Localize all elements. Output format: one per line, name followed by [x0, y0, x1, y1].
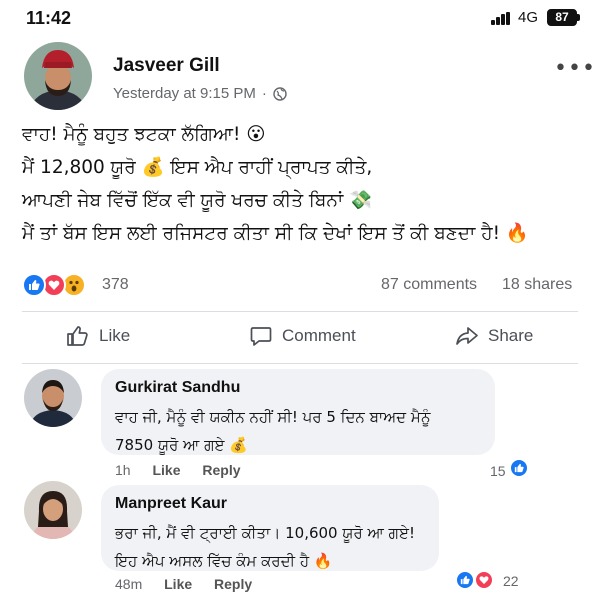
share-button[interactable]: Share — [455, 320, 533, 352]
commenter-avatar[interactable] — [24, 369, 82, 427]
meta-separator: · — [261, 85, 267, 102]
comment-like-link[interactable]: Like — [164, 576, 192, 592]
globe-icon — [273, 86, 287, 101]
author-name[interactable]: Jasveer Gill — [113, 55, 220, 77]
like-reaction-icon — [455, 570, 475, 590]
signal-icon — [491, 12, 513, 25]
divider — [22, 363, 578, 364]
comment-time: 48m — [115, 576, 143, 592]
post-time[interactable]: Yesterday at 9:15 PM — [113, 85, 256, 102]
thumbs-up-icon — [67, 326, 88, 346]
reaction-count[interactable]: 378 — [102, 276, 129, 294]
comment-bubble: Manpreet Kaur ਭਰਾ ਜੀ, ਮੈਂ ਵੀ ਟ੍ਰਾਈ ਕੀਤਾ।… — [101, 485, 439, 571]
post-text: ਵਾਹ! ਮੈਨੂੰ ਬਹੁਤ ਝਟਕਾ ਲੱਗਿਆ! 😮 ਮੈਂ 12,800… — [22, 118, 592, 250]
post-meta: Yesterday at 9:15 PM · — [113, 85, 287, 102]
commenter-avatar[interactable] — [24, 481, 82, 539]
love-reaction-icon — [474, 570, 494, 590]
like-reaction-icon — [509, 458, 529, 478]
comment-text-line: ਵਾਹ ਜੀ, ਮੈਨੂੰ ਵੀ ਯਕੀਨ ਨਹੀਂ ਸੀ! ਪਰ 5 ਦਿਨ … — [115, 408, 431, 426]
post-text-line: ਵਾਹ! ਮੈਨੂੰ ਬਹੁਤ ਝਟਕਾ ਲੱਗਿਆ! 😮 — [22, 124, 266, 145]
post-text-line: ਮੈਂ ਤਾਂ ਬੱਸ ਇਸ ਲਈ ਰਜਿਸਟਰ ਕੀਤਾ ਸੀ ਕਿ ਦੇਖਾ… — [22, 223, 529, 244]
comment-text: ਭਰਾ ਜੀ, ਮੈਂ ਵੀ ਟ੍ਰਾਈ ਕੀਤਾ। 10,600 ਯੂਰੋ ਆ… — [115, 519, 415, 575]
share-icon — [456, 327, 478, 345]
comment-icon — [250, 327, 272, 346]
more-horizontal-icon[interactable]: ••• — [554, 56, 596, 81]
status-time: 11:42 — [26, 8, 72, 28]
comment-text-line: 7850 ਯੂਰੋ ਆ ਗਏ 💰 — [115, 436, 248, 454]
comment-bubble: Gurkirat Sandhu ਵਾਹ ਜੀ, ਮੈਨੂੰ ਵੀ ਯਕੀਨ ਨਹ… — [101, 369, 495, 455]
comment-button[interactable]: Comment — [249, 320, 356, 352]
like-button[interactable]: Like — [66, 320, 130, 352]
comment-text-line: ਇਹ ਐਪ ਅਸਲ ਵਿੱਚ ਕੰਮ ਕਰਦੀ ਹੈ 🔥 — [115, 552, 333, 570]
comment-reply-link[interactable]: Reply — [202, 462, 240, 478]
like-reaction-icon — [22, 273, 46, 297]
author-avatar[interactable] — [24, 42, 92, 110]
comment-meta: 1h Like Reply — [115, 462, 241, 478]
comment-reaction-count[interactable]: 22 — [503, 573, 519, 589]
post-text-line: ਆਪਣੀ ਜੇਬ ਵਿੱਚੋਂ ਇੱਕ ਵੀ ਯੂਰੋ ਖਰਚ ਕੀਤੇ ਬਿਨ… — [22, 190, 373, 211]
comment-text-line: ਭਰਾ ਜੀ, ਮੈਂ ਵੀ ਟ੍ਰਾਈ ਕੀਤਾ। 10,600 ਯੂਰੋ ਆ… — [115, 524, 415, 542]
comment-reply-link[interactable]: Reply — [214, 576, 252, 592]
comment-label: Comment — [282, 326, 356, 345]
battery-level: 87 — [555, 10, 569, 24]
share-label: Share — [488, 326, 534, 345]
status-bar: 11:42 4G 87 — [0, 0, 600, 36]
battery-tip — [577, 14, 580, 21]
battery-icon: 87 — [547, 9, 577, 26]
comment-text: ਵਾਹ ਜੀ, ਮੈਨੂੰ ਵੀ ਯਕੀਨ ਨਹੀਂ ਸੀ! ਪਰ 5 ਦਿਨ … — [115, 403, 430, 459]
post-text-line: ਮੈਂ 12,800 ਯੂਰੋ 💰 ਇਸ ਐਪ ਰਾਹੀਂ ਪ੍ਰਾਪਤ ਕੀਤ… — [22, 157, 373, 178]
network-label: 4G — [518, 9, 539, 26]
like-label: Like — [99, 326, 131, 345]
shares-count[interactable]: 18 shares — [502, 276, 572, 294]
comment-reaction-count[interactable]: 15 — [490, 463, 506, 479]
comments-count[interactable]: 87 comments — [381, 276, 477, 294]
divider — [22, 311, 578, 312]
comment-meta: 48m Like Reply — [115, 576, 252, 592]
comment-time: 1h — [115, 462, 131, 478]
commenter-name[interactable]: Gurkirat Sandhu — [115, 379, 240, 397]
comment-like-link[interactable]: Like — [152, 462, 180, 478]
commenter-name[interactable]: Manpreet Kaur — [115, 495, 227, 513]
